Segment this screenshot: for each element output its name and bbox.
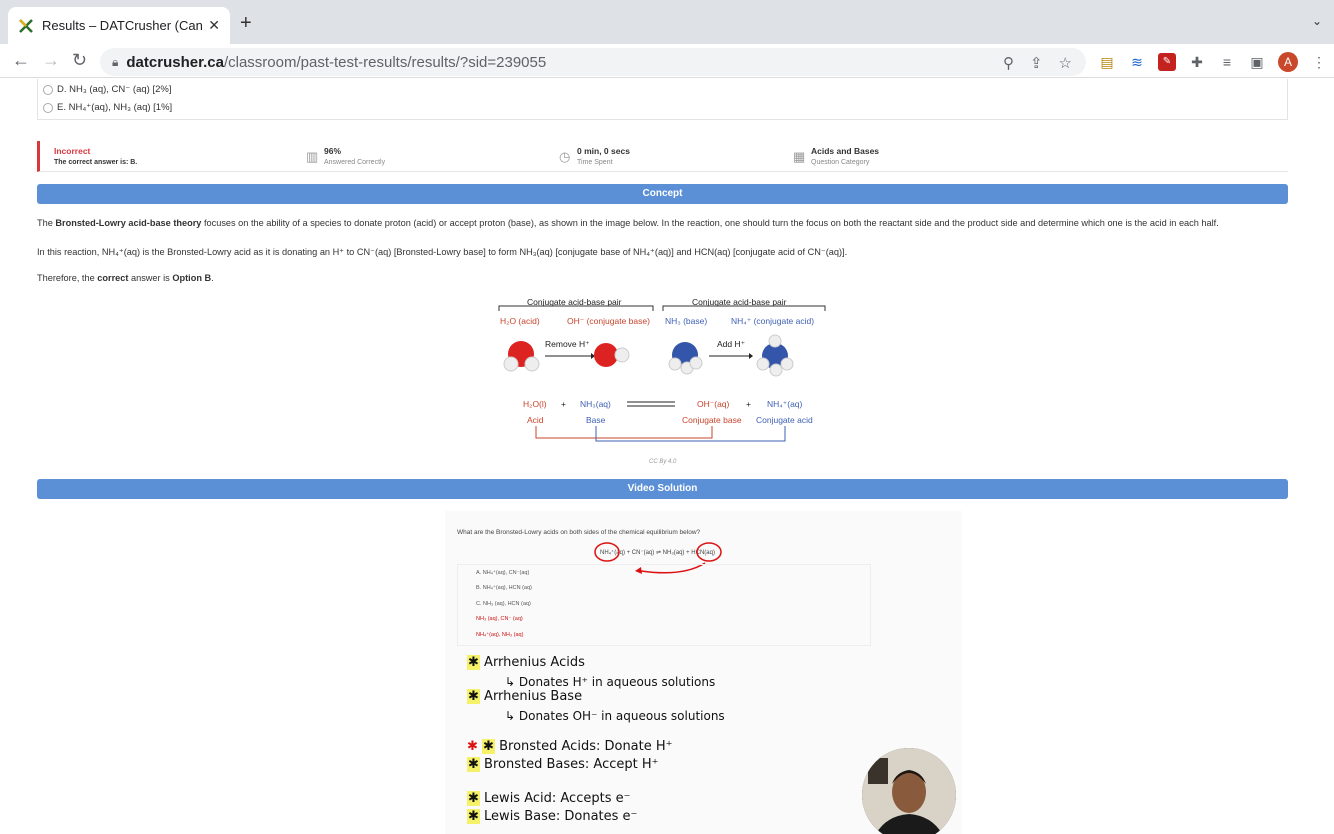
option-e[interactable]: E. NH₄⁺(aq), NH₃ (aq) [1%] bbox=[43, 102, 172, 113]
video-solution-header[interactable]: Video Solution bbox=[37, 479, 1288, 499]
oh-base-label: OH⁻ (conjugate base) bbox=[567, 316, 650, 326]
answer-options: D. NH₃ (aq), CN⁻ (aq) [2%] E. NH₄⁺(aq), … bbox=[37, 79, 1288, 120]
radio-icon[interactable] bbox=[43, 84, 53, 95]
eq-nh4: NH₄⁺(aq) bbox=[767, 399, 803, 409]
option-d[interactable]: D. NH₃ (aq), CN⁻ (aq) [2%] bbox=[43, 84, 171, 95]
nh3-base-label: NH₃ (base) bbox=[665, 316, 708, 326]
eq-plus-2: + bbox=[746, 399, 751, 409]
concept-header[interactable]: Concept bbox=[37, 184, 1288, 204]
eq-oh: OH⁻(aq) bbox=[697, 399, 730, 409]
eq-h2o: H₂O(l) bbox=[523, 399, 547, 409]
video-option: C. NH₃ (aq), HCN (aq) bbox=[476, 601, 531, 607]
license-label: CC By 4.0 bbox=[649, 459, 677, 465]
browser-toolbar: ← → ↻ 🔒︎ datcrusher.ca/classroom/past-te… bbox=[0, 44, 1334, 78]
result-stats: Incorrect The correct answer is: B. ▥ 96… bbox=[37, 141, 1288, 172]
extensions-puzzle-icon[interactable]: ✚ bbox=[1188, 53, 1206, 71]
note-line: ↳ Donates H⁺ in aqueous solutions bbox=[505, 675, 716, 689]
video-option: B. NH₄⁺(aq), HCN (aq) bbox=[476, 585, 532, 591]
pair-label-left: Conjugate acid-base pair bbox=[527, 297, 622, 307]
browser-tab[interactable]: Results – DATCrusher (Canadia ✕ bbox=[8, 7, 230, 44]
radio-icon[interactable] bbox=[43, 102, 53, 113]
side-panel-icon[interactable]: ▣ bbox=[1248, 53, 1266, 71]
result-status: Incorrect The correct answer is: B. bbox=[54, 146, 138, 166]
time-stat: ◷ 0 min, 0 secs Time Spent bbox=[559, 146, 630, 166]
extension-pdf-icon[interactable]: ✎ bbox=[1158, 53, 1176, 71]
pair-label-right: Conjugate acid-base pair bbox=[692, 297, 787, 307]
address-bar[interactable]: 🔒︎ datcrusher.ca/classroom/past-test-res… bbox=[100, 48, 1086, 76]
note-line: ✱ Lewis Base: Donates e⁻ bbox=[467, 809, 638, 824]
tab-close-icon[interactable]: ✕ bbox=[208, 17, 220, 34]
tab-bar: Results – DATCrusher (Canadia ✕ + ⌄ bbox=[0, 0, 1334, 44]
share-icon[interactable]: ⇪ bbox=[1030, 54, 1043, 72]
reload-icon[interactable]: ↻ bbox=[72, 50, 87, 71]
lock-icon: 🔒︎ bbox=[112, 54, 119, 69]
bookmark-star-icon[interactable]: ☆ bbox=[1059, 54, 1072, 72]
forward-icon[interactable]: → bbox=[42, 50, 60, 71]
extension-wave-icon[interactable]: ≋ bbox=[1128, 53, 1146, 71]
reading-list-icon[interactable]: ≡ bbox=[1218, 53, 1236, 71]
base-label: Base bbox=[586, 415, 606, 425]
remove-h-label: Remove H⁺ bbox=[545, 339, 590, 349]
menu-kebab-icon[interactable]: ⋮ bbox=[1310, 53, 1328, 71]
conjugate-acid-label: Conjugate acid bbox=[756, 415, 813, 425]
eq-nh3: NH₃(aq) bbox=[580, 399, 611, 409]
note-line: ✱ ✱ Bronsted Acids: Donate H⁺ bbox=[467, 739, 673, 754]
note-line: ✱ Arrhenius Base bbox=[467, 689, 583, 704]
profile-avatar[interactable]: A bbox=[1278, 52, 1298, 72]
clock-icon: ◷ bbox=[559, 149, 571, 164]
nh4-acid-label: NH₄⁺ (conjugate acid) bbox=[731, 316, 815, 326]
tab-title: Results – DATCrusher (Canadia bbox=[42, 18, 203, 33]
add-h-label: Add H⁺ bbox=[717, 339, 746, 349]
note-line: ✱ Lewis Acid: Accepts e⁻ bbox=[467, 791, 631, 806]
tab-search-chevron-icon[interactable]: ⌄ bbox=[1312, 14, 1322, 28]
h2o-acid-label: H₂O (acid) bbox=[500, 316, 540, 326]
concept-paragraph-3: Therefore, the correct answer is Option … bbox=[37, 273, 214, 283]
conjugate-base-label: Conjugate base bbox=[682, 415, 742, 425]
extension-notes-icon[interactable]: ▤ bbox=[1098, 53, 1116, 71]
note-line: ↳ Donates OH⁻ in aqueous solutions bbox=[505, 709, 725, 723]
category-stat: ▦ Acids and Bases Question Category bbox=[793, 146, 880, 166]
note-line: ✱ Bronsted Bases: Accept H⁺ bbox=[467, 757, 659, 772]
note-line: ✱ Arrhenius Acids bbox=[467, 655, 585, 670]
video-option: NH₃ (aq), CN⁻ (aq) bbox=[476, 616, 523, 622]
datcrusher-favicon-icon bbox=[18, 18, 34, 34]
page-content: D. NH₃ (aq), CN⁻ (aq) [2%] E. NH₄⁺(aq), … bbox=[0, 79, 1334, 834]
bar-chart-icon: ▥ bbox=[306, 149, 319, 164]
percent-stat: ▥ 96% Answered Correctly bbox=[306, 146, 386, 166]
video-option: A. NH₄⁺(aq), CN⁻(aq) bbox=[476, 570, 530, 576]
acid-label: Acid bbox=[527, 415, 544, 425]
new-tab-icon[interactable]: + bbox=[240, 12, 252, 35]
video-options: A. NH₄⁺(aq), CN⁻(aq) B. NH₄⁺(aq), HCN (a… bbox=[457, 564, 871, 646]
back-icon[interactable]: ← bbox=[12, 50, 30, 71]
calendar-icon: ▦ bbox=[793, 149, 806, 164]
zoom-icon[interactable]: ⚲ bbox=[1003, 54, 1014, 72]
conjugate-pair-diagram: Conjugate acid-base pair Conjugate acid-… bbox=[495, 294, 835, 469]
video-option: NH₄⁺(aq), NH₃ (aq) bbox=[476, 632, 524, 638]
concept-paragraph-1: The Bronsted-Lowry acid-base theory focu… bbox=[37, 218, 1219, 228]
video-player[interactable]: What are the Bronsted-Lowry acids on bot… bbox=[445, 511, 962, 834]
presenter-webcam bbox=[862, 748, 956, 834]
url-text: datcrusher.ca/classroom/past-test-result… bbox=[126, 53, 547, 71]
video-question: What are the Bronsted-Lowry acids on bot… bbox=[457, 529, 701, 536]
eq-plus-1: + bbox=[561, 399, 566, 409]
concept-paragraph-2: In this reaction, NH₄⁺(aq) is the Bronst… bbox=[37, 247, 848, 257]
